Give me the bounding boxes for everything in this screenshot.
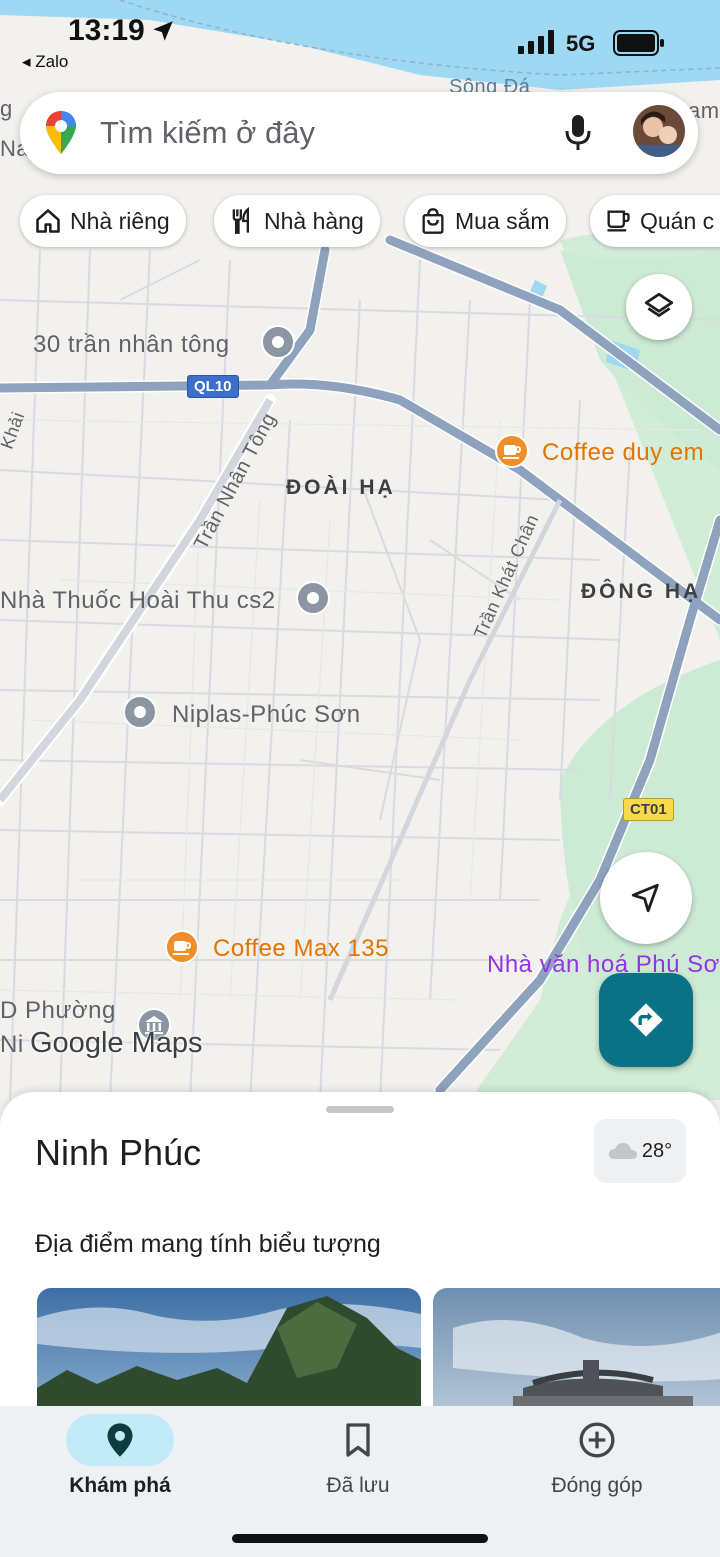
nav-tab-saved[interactable]: Đã lưu: [238, 1406, 478, 1526]
home-icon: [36, 209, 60, 233]
cloud-icon: [608, 1143, 637, 1159]
shopping-bag-icon: [422, 208, 444, 234]
poi-label-nha-van-hoa[interactable]: Nhà văn hoá Phú Sơ: [487, 951, 720, 979]
landmark-card[interactable]: [37, 1288, 421, 1412]
chip-label: Nhà riêng: [70, 207, 170, 234]
poi-pin-icon[interactable]: [122, 694, 158, 730]
poi-label-30-tran-nhan-tong[interactable]: 30 trần nhân tông: [33, 331, 230, 359]
highway-shield-ql10: QL10: [187, 375, 239, 398]
highway-shield-ct01: CT01: [623, 798, 674, 821]
restaurant-icon: [232, 207, 249, 234]
layers-icon: [644, 292, 674, 317]
nav-label: Khám phá: [69, 1474, 171, 1497]
chip-home[interactable]: Nhà riêng: [20, 195, 186, 247]
chip-label: Quán c: [640, 207, 715, 234]
landmark-card[interactable]: [433, 1288, 720, 1412]
chip-cafe[interactable]: Quán c: [590, 195, 720, 247]
poi-label-phuong[interactable]: D Phường: [0, 997, 116, 1025]
area-label-dong-ha: ĐÔNG HẠ: [581, 580, 702, 603]
poi-label-coffee-max-135[interactable]: Coffee Max 135: [213, 935, 389, 963]
nav-tab-explore[interactable]: Khám phá: [0, 1406, 240, 1526]
cafe-icon: [607, 210, 630, 232]
area-label-doai-ha: ĐOÀI HẠ: [286, 476, 396, 499]
poi-pin-icon[interactable]: [295, 580, 331, 616]
poi-label-nha-thuoc[interactable]: Nhà Thuốc Hoài Thu cs2: [0, 587, 276, 615]
weather-temperature: 28°: [641, 1139, 673, 1162]
explore-pin-icon: [107, 1423, 133, 1457]
layers-button[interactable]: [626, 274, 692, 340]
network-type: 5G: [566, 31, 596, 56]
nav-label: Đã lưu: [326, 1474, 390, 1497]
location-arrow-icon: [153, 21, 173, 41]
landmark-photo: [37, 1288, 421, 1412]
chip-restaurants[interactable]: Nhà hàng: [214, 195, 380, 247]
poi-label-ni[interactable]: Ni: [0, 1031, 24, 1059]
sheet-drag-handle[interactable]: [326, 1106, 394, 1113]
section-title: Địa điểm mang tính biểu tượng: [35, 1230, 381, 1258]
bookmark-icon: [346, 1423, 370, 1457]
directions-button[interactable]: [599, 973, 693, 1067]
weather-badge[interactable]: 28°: [594, 1119, 686, 1183]
battery-icon: [613, 30, 664, 56]
directions-icon: [629, 1003, 663, 1037]
home-indicator[interactable]: [232, 1534, 488, 1543]
navigation-arrow-icon: [631, 883, 659, 913]
my-location-button[interactable]: [600, 852, 692, 944]
add-circle-icon: [579, 1422, 615, 1458]
chip-shopping[interactable]: Mua sắm: [405, 195, 566, 247]
microphone-icon[interactable]: [565, 114, 591, 152]
search-input[interactable]: Tìm kiếm ở đây: [100, 115, 315, 151]
status-bar: 13:19 ◂ Zalo 5G: [0, 0, 720, 80]
status-time: 13:19: [68, 14, 145, 47]
cafe-pin-icon[interactable]: [494, 433, 530, 469]
poi-label-niplas[interactable]: Niplas-Phúc Sơn: [172, 701, 361, 729]
map-label-top-left: g: [0, 96, 13, 121]
google-maps-logo: Google Maps: [30, 1027, 203, 1059]
search-bar[interactable]: Tìm kiếm ở đây: [20, 92, 698, 174]
signal-icon: [518, 30, 554, 54]
avatar[interactable]: [633, 105, 685, 157]
nav-label: Đóng góp: [551, 1474, 643, 1497]
chip-label: Mua sắm: [455, 207, 550, 234]
poi-label-coffee-duy-em[interactable]: Coffee duy em: [542, 439, 704, 467]
area-title: Ninh Phúc: [35, 1132, 202, 1173]
nav-tab-contribute[interactable]: Đóng góp: [477, 1406, 717, 1526]
google-maps-pin-icon: [46, 111, 76, 154]
back-to-app-link[interactable]: ◂ Zalo: [22, 52, 68, 72]
chip-label: Nhà hàng: [264, 207, 364, 234]
cafe-pin-icon[interactable]: [164, 929, 200, 965]
landmark-photo: [433, 1288, 720, 1412]
explore-sheet[interactable]: Ninh Phúc 28° Địa điểm mang tính biểu tư…: [0, 1092, 720, 1412]
poi-pin-icon[interactable]: [260, 324, 296, 360]
